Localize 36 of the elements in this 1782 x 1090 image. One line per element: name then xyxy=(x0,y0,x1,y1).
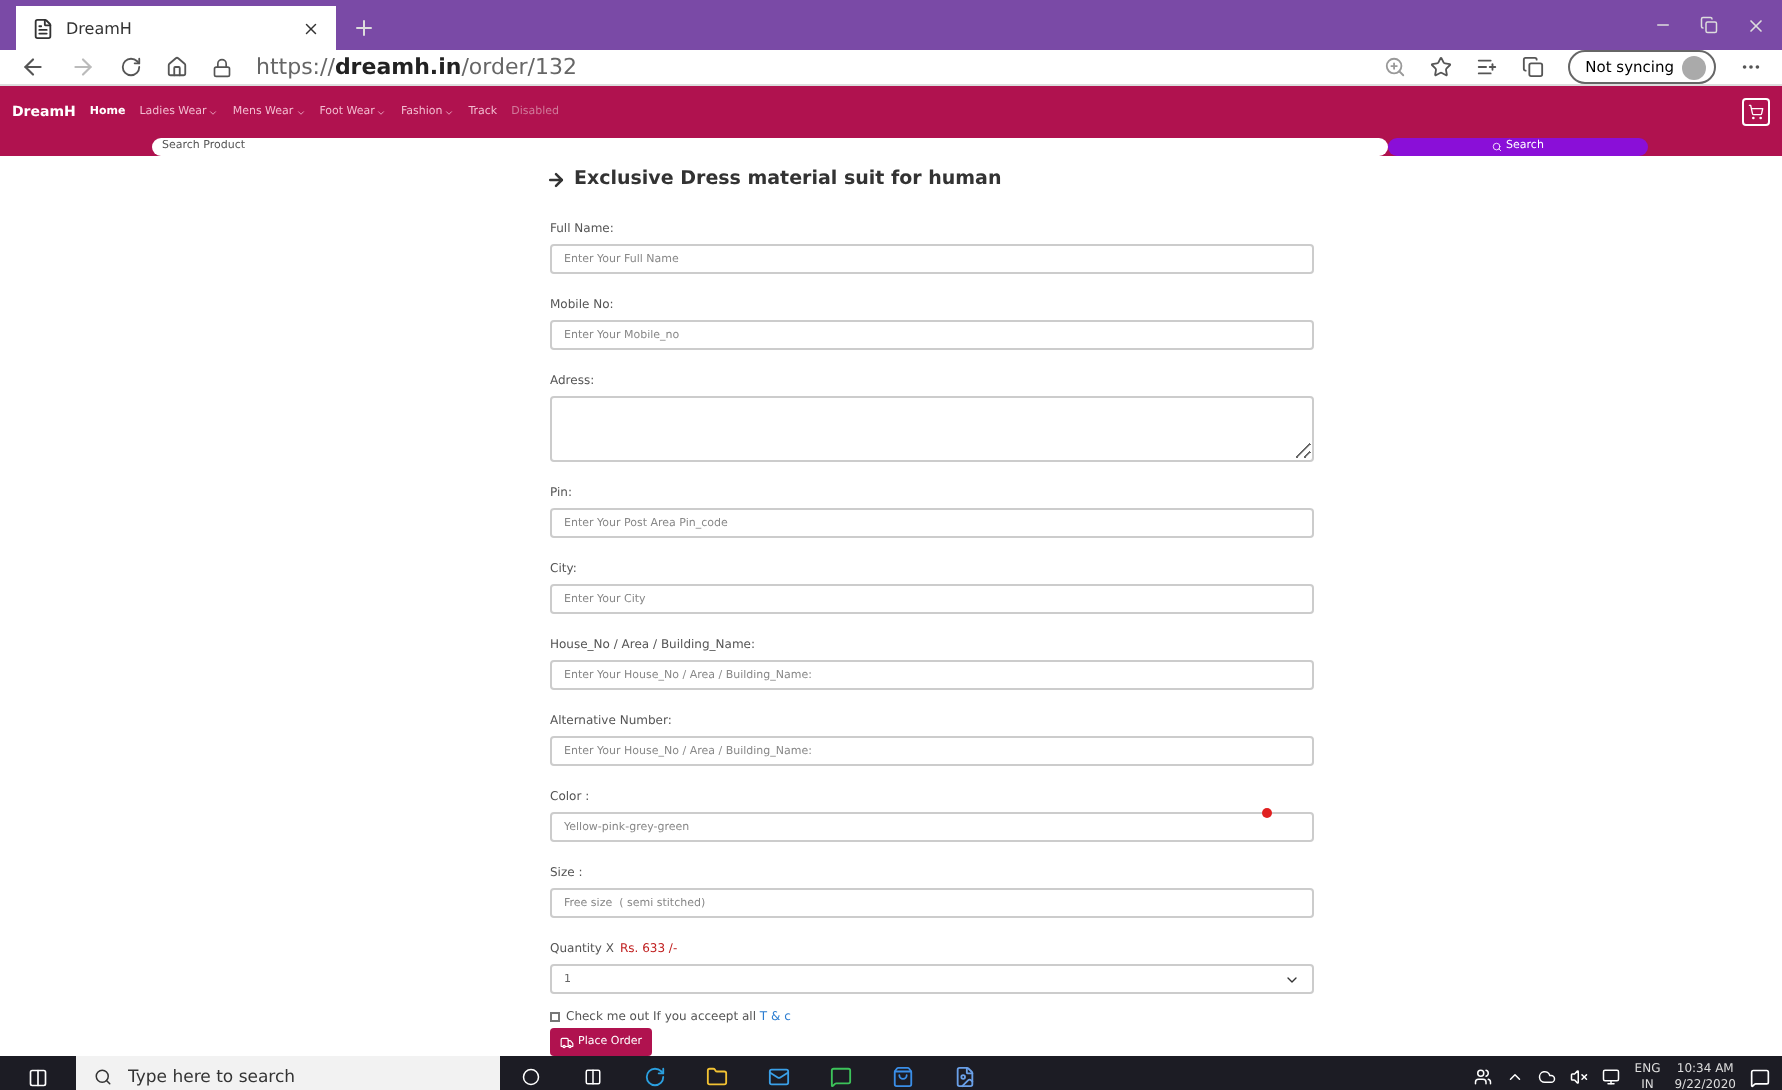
notification-icon[interactable] xyxy=(1750,1067,1770,1087)
lock-icon xyxy=(212,57,232,77)
home-icon[interactable] xyxy=(166,56,188,78)
truck-icon xyxy=(560,1035,574,1049)
mute-icon[interactable] xyxy=(1570,1068,1589,1086)
close-icon[interactable] xyxy=(302,19,320,37)
browser-tab[interactable]: DreamH xyxy=(16,6,336,50)
cloud-icon[interactable] xyxy=(1538,1068,1557,1086)
network-icon[interactable] xyxy=(1602,1068,1621,1086)
caret-icon xyxy=(376,107,387,117)
new-tab-icon[interactable] xyxy=(352,16,376,40)
caret-icon[interactable] xyxy=(1506,1068,1525,1086)
cart-icon xyxy=(1748,104,1764,120)
collections-icon[interactable] xyxy=(1521,56,1544,78)
favorite-icon[interactable] xyxy=(1429,56,1452,78)
page-icon xyxy=(32,17,54,39)
caret-icon xyxy=(444,107,455,117)
people-icon[interactable] xyxy=(1474,1068,1493,1086)
zoom-icon[interactable] xyxy=(1383,56,1406,78)
cursor-dot xyxy=(1262,808,1272,818)
address-field[interactable]: https://dreamh.in/order/132 xyxy=(256,54,577,80)
checkbox[interactable] xyxy=(550,1011,560,1021)
caret-icon xyxy=(208,107,219,117)
favorites-list-icon[interactable] xyxy=(1475,56,1498,78)
avatar-icon xyxy=(1682,55,1706,79)
caret-icon xyxy=(295,107,306,117)
cart-button[interactable] xyxy=(1742,98,1770,126)
taskbar-search-field[interactable]: Type here to search xyxy=(76,1056,500,1090)
restore-icon[interactable] xyxy=(1700,16,1718,34)
arrow-icon xyxy=(546,169,566,189)
refresh-icon[interactable] xyxy=(120,56,142,78)
search-icon xyxy=(1492,141,1503,151)
back-icon[interactable] xyxy=(20,54,46,80)
page-title: Exclusive Dress material suit for human xyxy=(546,156,1314,202)
address-field[interactable] xyxy=(550,396,1314,462)
tab-title: DreamH xyxy=(66,19,132,37)
